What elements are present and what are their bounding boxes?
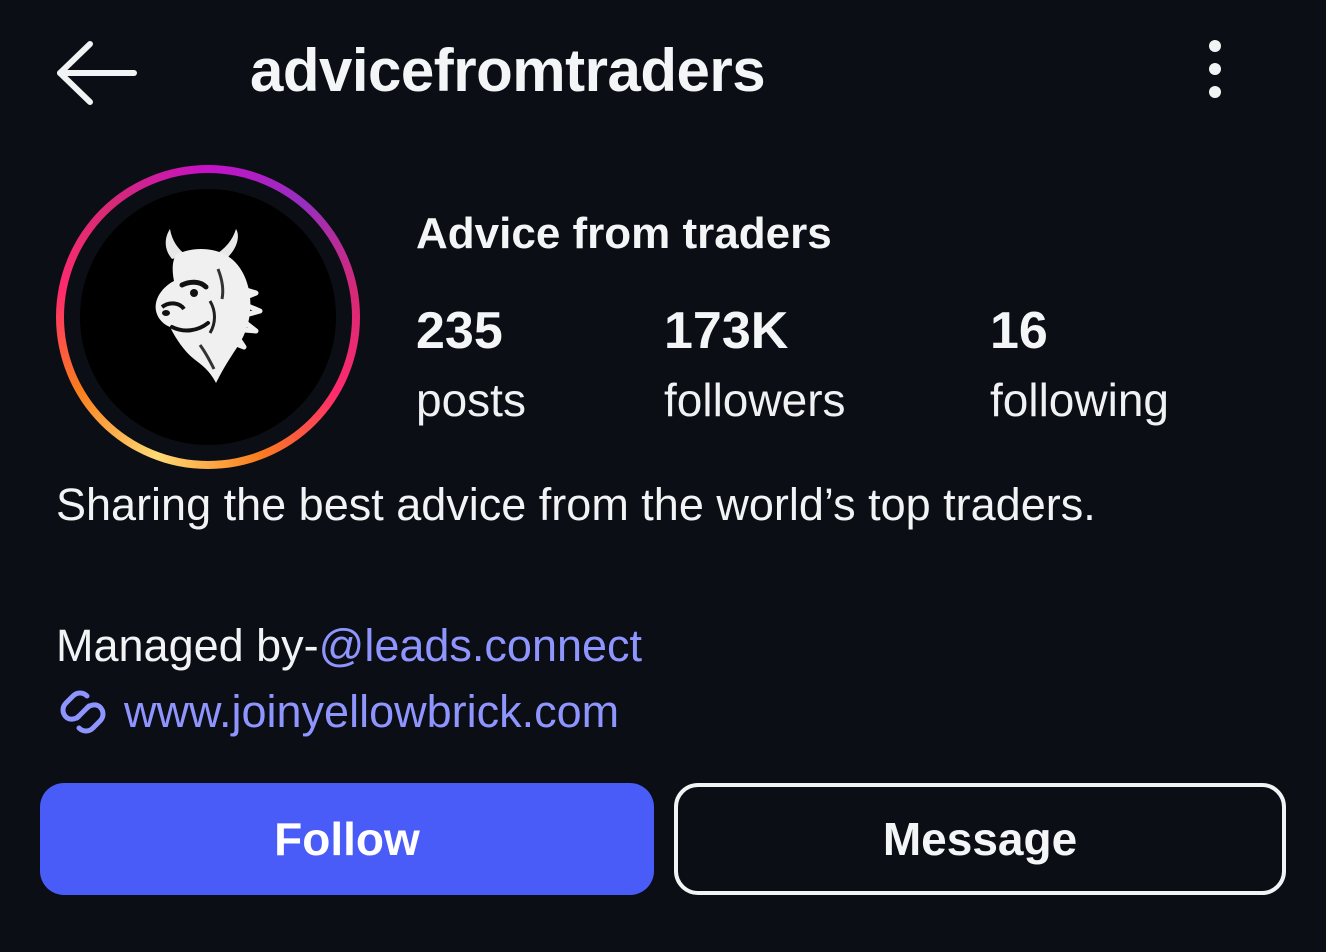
website-link-text: www.joinyellowbrick.com xyxy=(124,686,620,737)
stat-following-label: following xyxy=(990,374,1169,426)
managed-by-mention-link[interactable]: @leads.connect xyxy=(319,620,642,671)
message-button[interactable]: Message xyxy=(674,783,1286,895)
stat-posts[interactable]: 235 posts xyxy=(416,300,526,428)
link-icon xyxy=(60,690,106,734)
back-button[interactable] xyxy=(52,38,142,108)
stat-followers-value: 173K xyxy=(664,302,789,360)
avatar-story-ring[interactable] xyxy=(56,165,360,469)
website-link[interactable]: www.joinyellowbrick.com xyxy=(56,684,619,740)
avatar xyxy=(80,189,336,445)
profile-bio: Sharing the best advice from the world’s… xyxy=(56,479,1096,530)
stat-following-value: 16 xyxy=(990,302,1048,360)
display-name: Advice from traders xyxy=(416,209,832,258)
bull-logo-icon xyxy=(155,229,263,383)
profile-header: advicefromtraders xyxy=(0,0,1326,140)
more-vertical-icon xyxy=(1209,40,1221,98)
stat-following[interactable]: 16 following xyxy=(990,300,1169,428)
stat-posts-value: 235 xyxy=(416,302,503,360)
arrow-left-icon xyxy=(57,41,137,105)
stat-followers-label: followers xyxy=(664,374,846,426)
managed-by-prefix: Managed by- xyxy=(56,620,319,671)
page-title-username: advicefromtraders xyxy=(250,37,766,104)
profile-page: advicefromtraders Advice from traders 23… xyxy=(0,0,1326,952)
follow-button[interactable]: Follow xyxy=(40,783,654,895)
more-options-button[interactable] xyxy=(1190,36,1240,106)
managed-by-line: Managed by-@leads.connect xyxy=(56,618,642,674)
stat-posts-label: posts xyxy=(416,374,526,426)
stat-followers[interactable]: 173K followers xyxy=(664,300,846,428)
